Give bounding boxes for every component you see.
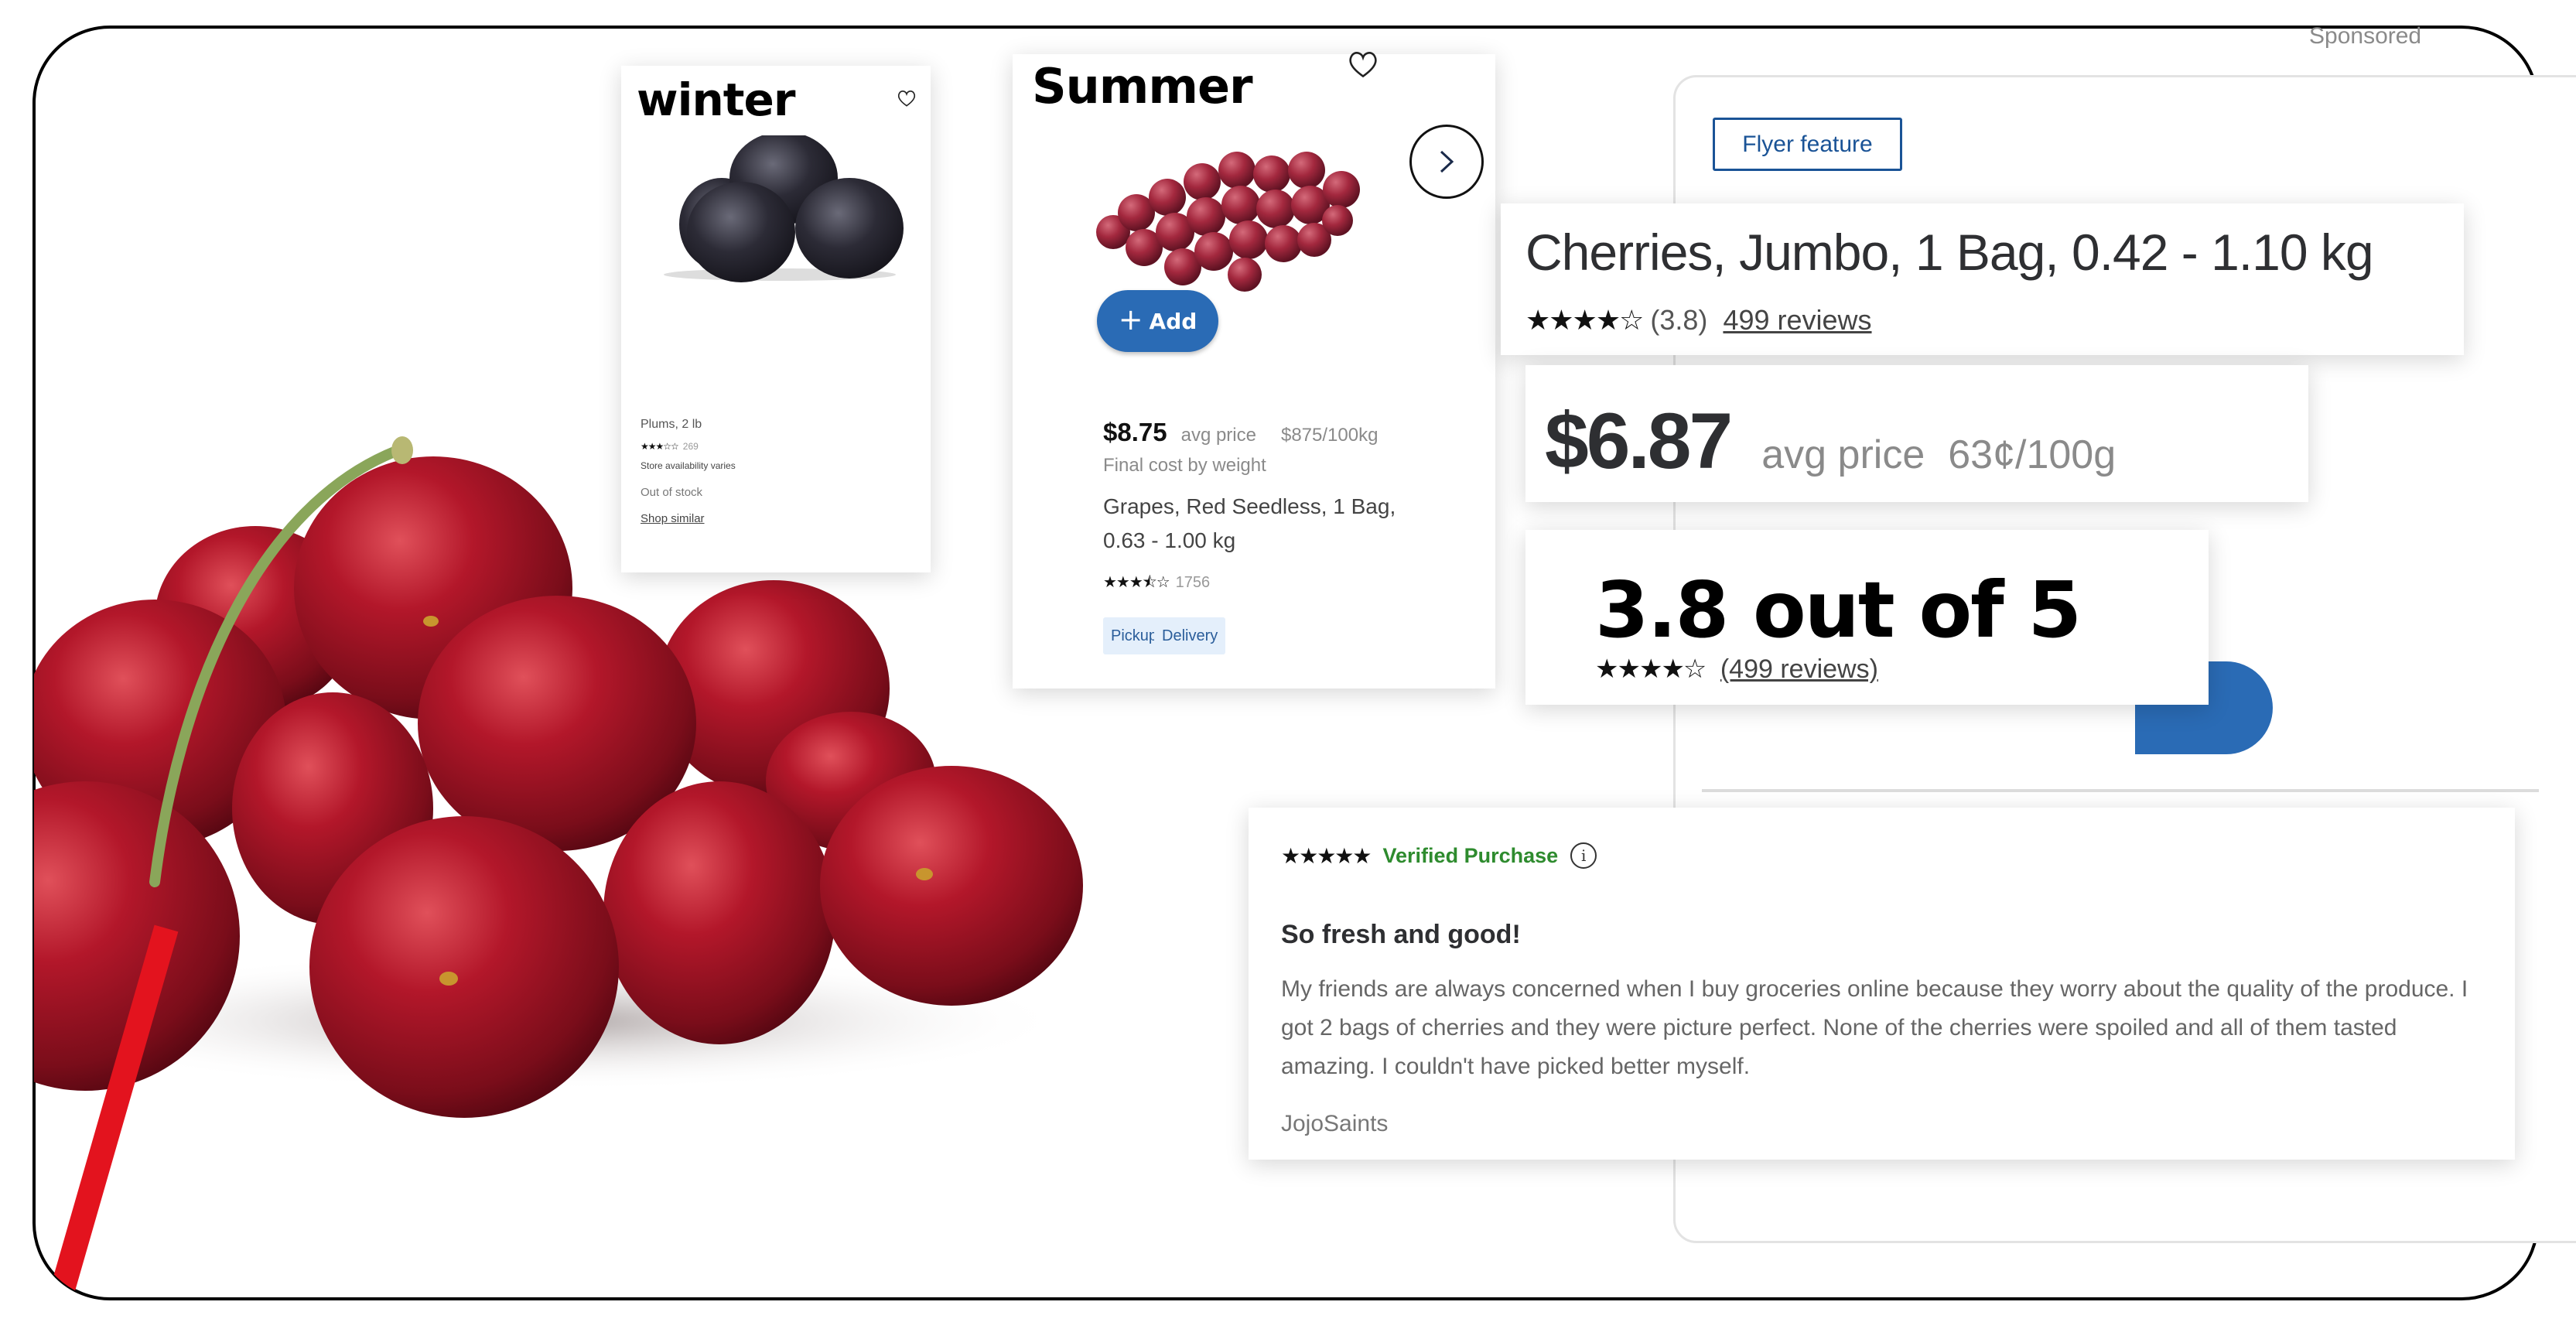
product-title-callout: Cherries, Jumbo, 1 Bag, 0.42 - 1.10 kg ★… <box>1501 203 2464 355</box>
product-rating: ★★★☆☆ 269 <box>641 441 699 452</box>
rating-summary: 3.8 out of 5 <box>1595 565 2082 655</box>
winter-product-card[interactable]: winter Plums, 2 lb ★★★☆☆ 269 Store availa… <box>621 66 931 572</box>
price: $8.75 <box>1103 418 1167 446</box>
rating-value: (3.8) <box>1650 304 1708 336</box>
review-header: ★★★★★ Verified Purchase i <box>1281 842 1597 869</box>
chevron-right-icon <box>1440 150 1454 173</box>
price: $6.87 <box>1545 397 1733 485</box>
unit-price: $875/100kg <box>1280 425 1379 446</box>
price-callout: $6.87 avg price 63¢/100g <box>1525 365 2308 502</box>
review-title: So fresh and good! <box>1281 920 1521 949</box>
season-label: Summer <box>1032 58 1253 114</box>
avg-price-label: avg price <box>1180 425 1256 446</box>
product-rating: ★★★⯪☆ 1756 <box>1103 571 1210 597</box>
final-cost-note: Final cost by weight <box>1103 455 1266 476</box>
product-name[interactable]: Grapes, Red Seedless, 1 Bag, 0.63 - 1.00… <box>1103 490 1443 558</box>
reviews-link[interactable]: (499 reviews) <box>1720 654 1878 684</box>
season-label: winter <box>637 73 795 126</box>
price-row: $8.75 avg price $875/100kg <box>1103 418 1378 447</box>
reviews-link[interactable]: 499 reviews <box>1723 304 1871 336</box>
customer-review-card: ★★★★★ Verified Purchase i So fresh and g… <box>1249 808 2515 1160</box>
delivery-tag: Delivery <box>1154 617 1226 654</box>
heart-icon[interactable] <box>1347 50 1379 79</box>
review-stars: ★★★★★ <box>1281 843 1372 868</box>
product-rating-line: ★★★★☆ (3.8) 499 reviews <box>1525 304 1872 337</box>
availability-note: Store availability varies <box>641 460 736 471</box>
verified-purchase-label: Verified Purchase <box>1382 843 1559 867</box>
rating-stars: ★★★⯪☆ <box>1103 574 1170 591</box>
stock-status: Out of stock <box>641 486 703 499</box>
rating-stars: ★★★★☆ <box>1525 304 1644 336</box>
carousel-next-button[interactable] <box>1409 125 1484 199</box>
info-icon[interactable]: i <box>1570 842 1597 869</box>
rating-stars: ★★★☆☆ <box>641 441 679 452</box>
review-body: My friends are always concerned when I b… <box>1281 976 2468 1079</box>
rating-stars: ★★★★☆ <box>1595 654 1707 684</box>
review-author: JojoSaints <box>1281 1111 1389 1136</box>
review-count: 269 <box>682 441 699 452</box>
plums-image <box>664 135 904 282</box>
product-name: Plums, 2 lb <box>641 418 702 431</box>
review-count: 1756 <box>1175 574 1211 591</box>
divider <box>1702 789 2539 792</box>
shop-similar-link[interactable]: Shop similar <box>641 512 705 525</box>
grapes-image <box>1096 152 1360 292</box>
product-title: Cherries, Jumbo, 1 Bag, 0.42 - 1.10 kg <box>1525 224 2374 281</box>
add-label: Add <box>1149 308 1197 334</box>
flyer-feature-badge: Flyer feature <box>1713 118 1902 171</box>
rating-summary-callout: 3.8 out of 5 ★★★★☆ (499 reviews) <box>1525 530 2209 705</box>
avg-price-label: avg price <box>1761 432 1925 477</box>
rating-summary-line: ★★★★☆ (499 reviews) <box>1595 654 1878 685</box>
heart-icon[interactable] <box>897 89 917 108</box>
sponsored-label: Sponsored <box>2309 23 2422 49</box>
unit-price: 63¢/100g <box>1948 432 2116 477</box>
plus-icon: + <box>1118 302 1143 337</box>
add-to-cart-button[interactable]: + Add <box>1097 290 1218 352</box>
